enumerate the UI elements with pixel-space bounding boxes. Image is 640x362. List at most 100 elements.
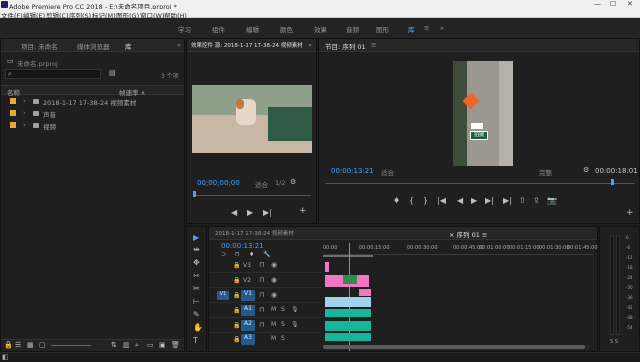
trash-icon[interactable]: 🗑	[171, 341, 180, 349]
tab-program[interactable]: 节目: 序列 01	[325, 41, 366, 51]
track-name[interactable]: A1	[241, 305, 255, 316]
timeline-scrollbar[interactable]	[323, 345, 589, 349]
tab-source[interactable]: 效果控件 源: 2018-1-17 17-38-24 视频素材.mp4	[191, 41, 303, 49]
automate-icon[interactable]: ▥	[123, 341, 130, 349]
razor-tool-icon[interactable]: ✂	[193, 284, 200, 293]
voiceover-mic-icon[interactable]: 🎙	[291, 321, 299, 328]
video-clip-v1-selected[interactable]	[325, 297, 371, 307]
linked-selection-icon[interactable]: ⊓	[235, 251, 240, 258]
sync-lock-icon[interactable]: ⊓	[259, 261, 264, 269]
workspace-graphics[interactable]: 图形	[376, 24, 389, 34]
workspace-libraries-active[interactable]: 库	[408, 24, 415, 34]
zoom-slider[interactable]	[51, 345, 91, 346]
selection-tool-icon[interactable]: ▶	[193, 233, 199, 242]
sync-lock-icon[interactable]: ⊓	[259, 291, 264, 299]
tab-project[interactable]: 项目: 未命名	[21, 41, 58, 51]
eye-icon[interactable]: ◉	[271, 261, 277, 269]
sync-lock-icon[interactable]: ⊓	[259, 321, 264, 329]
expand-arrow-icon[interactable]: ›	[23, 97, 26, 105]
work-area-bar[interactable]	[323, 255, 373, 257]
source-add-button[interactable]: +	[299, 206, 307, 216]
program-wrench-icon[interactable]: ⚙	[583, 166, 589, 174]
add-marker-icon[interactable]: ♦	[393, 196, 400, 205]
audio-clip-a2[interactable]	[325, 321, 371, 331]
program-add-button[interactable]: +	[626, 208, 634, 218]
video-clip-v1-a[interactable]	[359, 289, 371, 296]
type-tool-icon[interactable]: T	[193, 336, 198, 345]
pen-tool-icon[interactable]: ✎	[193, 310, 200, 319]
lock-icon[interactable]: 🔒	[233, 262, 240, 269]
time-ruler[interactable]: 00:00 00:00:15:00 00:00:30:00 00:00:45:0…	[323, 243, 598, 255]
workspace-more-button[interactable]: »	[440, 24, 444, 32]
lock-icon[interactable]: 🔒	[233, 292, 240, 299]
list-item[interactable]: › 视频	[1, 120, 184, 131]
eye-icon[interactable]: ◉	[271, 276, 277, 284]
ripple-edit-tool-icon[interactable]: ✥	[193, 258, 200, 267]
program-timecode[interactable]: 00:00:13:21	[331, 167, 374, 175]
lock-icon[interactable]: 🔒	[233, 277, 240, 284]
icon-view-icon[interactable]: ▦	[27, 341, 34, 349]
workspace-menu-icon[interactable]: ≡	[424, 24, 429, 32]
program-menu-icon[interactable]: ≡	[371, 41, 376, 49]
workspace-effects[interactable]: 效果	[314, 24, 327, 34]
tab-more-button[interactable]: »	[177, 41, 181, 49]
source-timecode[interactable]: 00;00;00;00	[197, 179, 240, 187]
tab-sequence-01[interactable]: × 序列 01 ≡	[449, 229, 487, 239]
workspace-editing[interactable]: 编辑	[246, 24, 259, 34]
tab-sequence-clip[interactable]: 2018-1-17 17-38-24 视频素材	[215, 229, 294, 237]
source-fit-dropdown[interactable]: 适合	[255, 179, 268, 189]
lock-icon[interactable]: 🔒	[233, 322, 240, 329]
workspace-audio[interactable]: 音频	[346, 24, 359, 34]
lift-icon[interactable]: ⇧	[519, 196, 526, 205]
hand-tool-icon[interactable]: ✋	[193, 323, 203, 332]
program-resolution-dropdown[interactable]: 完整	[539, 167, 552, 177]
freeform-view-icon[interactable]: ▢	[39, 341, 46, 349]
wrench-icon[interactable]: ⚙	[290, 178, 296, 186]
source-more-button[interactable]: »	[308, 41, 312, 49]
new-bin-icon[interactable]: ▤	[109, 69, 116, 77]
audio-clip-a1[interactable]	[325, 309, 371, 317]
lock-icon[interactable]: 🔒	[233, 336, 240, 343]
video-clip-v3[interactable]	[325, 262, 329, 272]
track-select-tool-icon[interactable]: ⇹	[193, 245, 200, 254]
workspace-learn[interactable]: 学习	[178, 24, 191, 34]
go-to-in-icon[interactable]: |◀	[437, 196, 446, 205]
lock-icon[interactable]: 🔒	[233, 307, 240, 314]
program-playhead[interactable]	[611, 179, 614, 185]
source-patch-v1[interactable]: V1	[217, 291, 229, 300]
source-scrubber[interactable]	[193, 195, 311, 196]
meter-solo-buttons[interactable]: S S	[610, 339, 618, 345]
source-play-icon[interactable]: ▶	[247, 208, 253, 217]
track-name[interactable]: A2	[241, 320, 255, 331]
mark-in-icon[interactable]: {	[409, 196, 414, 205]
track-name[interactable]: V1	[241, 290, 255, 301]
mute-button[interactable]: M	[271, 335, 276, 342]
program-fit-dropdown[interactable]: 适合	[381, 167, 394, 177]
close-button[interactable]: ✕	[627, 0, 633, 8]
workspace-color[interactable]: 颜色	[280, 24, 293, 34]
solo-button[interactable]: S	[281, 335, 285, 342]
expand-arrow-icon[interactable]: ›	[23, 121, 26, 129]
list-item[interactable]: › 声音	[1, 108, 184, 119]
list-item[interactable]: › 2018-1-17 17-38-24 视频素材	[1, 96, 184, 107]
export-frame-icon[interactable]: 📷	[547, 196, 557, 205]
new-bin-footer-icon[interactable]: ▭	[147, 341, 154, 349]
timeline-timecode[interactable]: 00:00:13:21	[221, 242, 264, 250]
tab-media-browser[interactable]: 媒体浏览器	[77, 41, 110, 51]
step-back-icon[interactable]: ◀	[457, 196, 463, 205]
sync-lock-icon[interactable]: ⊓	[259, 276, 264, 284]
eye-icon[interactable]: ◉	[271, 291, 277, 299]
add-marker-timeline-icon[interactable]: ♦	[249, 251, 254, 258]
sync-lock-icon[interactable]: ⊓	[259, 306, 264, 314]
source-playhead[interactable]	[193, 191, 196, 197]
minimize-button[interactable]: —	[594, 0, 601, 8]
go-to-out-icon[interactable]: ▶|	[503, 196, 512, 205]
maximize-button[interactable]: ☐	[610, 0, 616, 8]
new-item-icon[interactable]: ▣	[159, 341, 166, 349]
timeline-settings-icon[interactable]: 🔧	[263, 251, 270, 258]
source-resolution-dropdown[interactable]: 1/2	[275, 179, 285, 187]
rate-stretch-tool-icon[interactable]: ⇿	[193, 271, 200, 280]
expand-arrow-icon[interactable]: ›	[23, 109, 26, 117]
scrollbar-thumb[interactable]	[323, 345, 585, 349]
slip-tool-icon[interactable]: ⊢	[193, 297, 200, 306]
